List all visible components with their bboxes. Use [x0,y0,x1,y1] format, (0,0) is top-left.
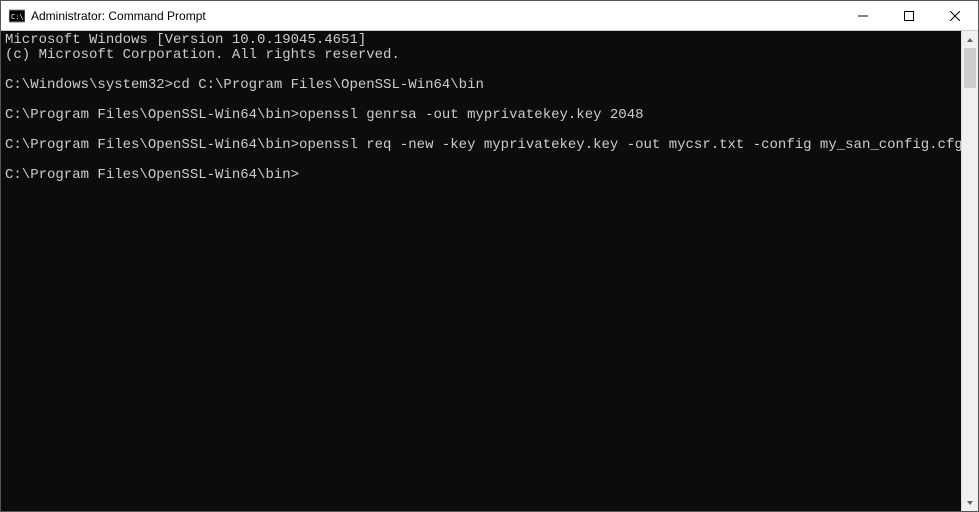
client-area: Microsoft Windows [Version 10.0.19045.46… [1,31,978,511]
scroll-track[interactable] [962,48,978,494]
svg-text:C:\: C:\ [11,13,24,21]
terminal-line: Microsoft Windows [Version 10.0.19045.46… [5,33,961,48]
titlebar[interactable]: C:\ Administrator: Command Prompt [1,1,978,31]
terminal-line: C:\Windows\system32>cd C:\Program Files\… [5,78,961,93]
cmd-icon: C:\ [9,8,25,24]
terminal-line [5,63,961,78]
close-button[interactable] [932,1,978,31]
terminal-line: C:\Program Files\OpenSSL-Win64\bin> [5,168,961,183]
scroll-down-button[interactable] [962,494,978,511]
terminal-line: C:\Program Files\OpenSSL-Win64\bin>opens… [5,138,961,153]
terminal-line: (c) Microsoft Corporation. All rights re… [5,48,961,63]
terminal-line: C:\Program Files\OpenSSL-Win64\bin>opens… [5,108,961,123]
terminal-line [5,123,961,138]
minimize-button[interactable] [840,1,886,31]
terminal-line [5,153,961,168]
vertical-scrollbar[interactable] [961,31,978,511]
scroll-thumb[interactable] [964,48,976,88]
scroll-up-button[interactable] [962,31,978,48]
maximize-button[interactable] [886,1,932,31]
terminal-line [5,93,961,108]
terminal-output[interactable]: Microsoft Windows [Version 10.0.19045.46… [1,31,961,511]
window-title: Administrator: Command Prompt [31,9,206,23]
window-frame: C:\ Administrator: Command Prompt Micros… [0,0,979,512]
